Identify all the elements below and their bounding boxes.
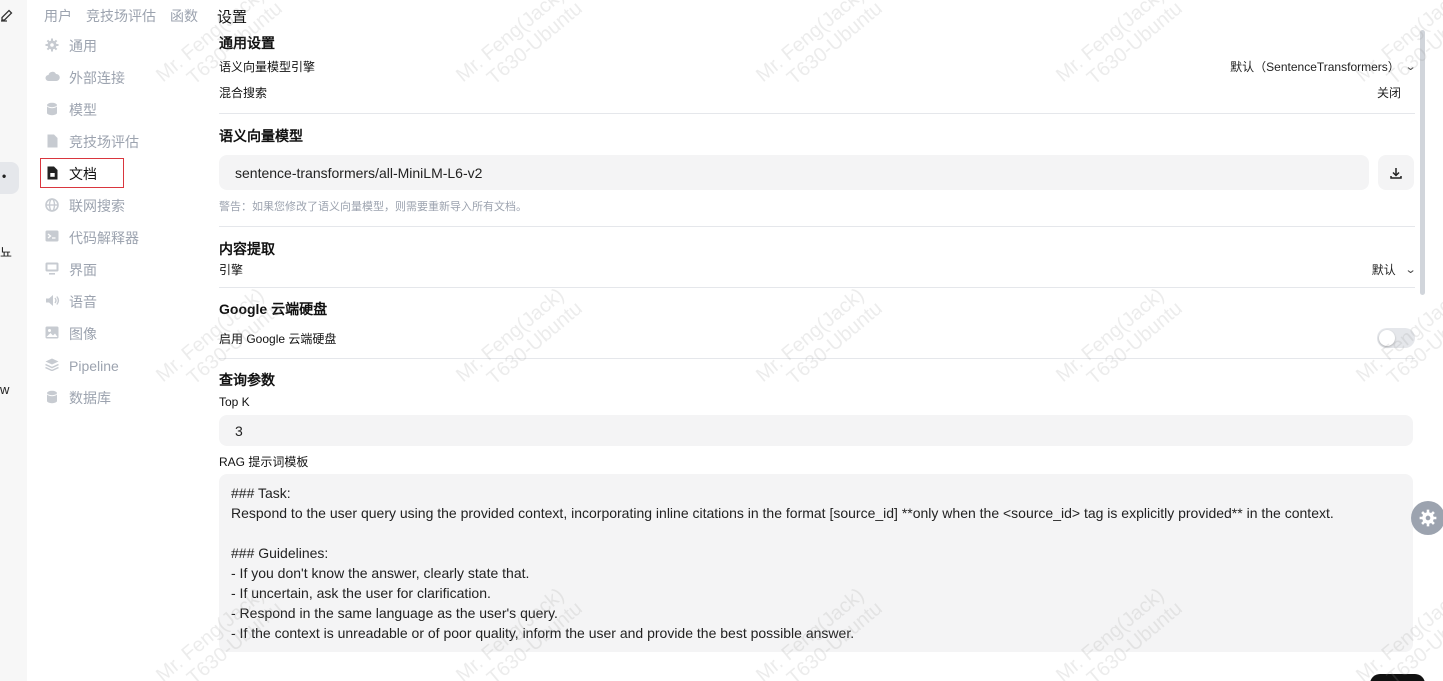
divider <box>219 226 1415 227</box>
nav-item-general[interactable]: 通用 <box>44 30 194 62</box>
page-title: 设置 <box>217 9 248 26</box>
extraction-engine-select[interactable]: 默认 ⌄ <box>1371 261 1417 278</box>
nav-label: 代码解释器 <box>69 230 139 246</box>
toggle-knob <box>1379 330 1395 346</box>
left-sidebar-strip: • 뇨 w <box>0 0 27 681</box>
tab-users[interactable]: 用户 <box>44 6 72 26</box>
extraction-engine-label: 引擎 <box>219 262 244 277</box>
embedding-engine-select[interactable]: 默认（SentenceTransformers） ⌄ <box>1230 58 1417 75</box>
tab-arena[interactable]: 竞技场评估 <box>86 6 156 26</box>
scrollbar[interactable] <box>1420 30 1425 295</box>
database-icon <box>44 102 60 118</box>
embedding-warning: 警告：如果您修改了语义向量模型，则需要重新导入所有文档。 <box>219 201 527 213</box>
monitor-icon <box>44 262 60 278</box>
nav-item-pipeline[interactable]: Pipeline <box>44 350 194 382</box>
nav-label: 竞技场评估 <box>69 134 139 150</box>
section-heading-query-params: 查询参数 <box>219 372 275 388</box>
extraction-engine-value: 默认 <box>1371 262 1396 277</box>
gear-icon <box>44 38 60 54</box>
document-lock-icon <box>44 166 60 182</box>
embedding-engine-value: 默认（SentenceTransformers） <box>1230 59 1400 74</box>
nav-label: Pipeline <box>69 358 119 374</box>
download-button[interactable] <box>1378 155 1414 190</box>
divider <box>219 113 1415 114</box>
google-drive-toggle[interactable] <box>1377 328 1415 348</box>
nav-item-audio[interactable]: 语音 <box>44 286 194 318</box>
embedding-model-input[interactable]: sentence-transformers/all-MiniLM-L6-v2 <box>219 155 1369 190</box>
chevron-down-icon: ⌄ <box>1404 60 1417 73</box>
hybrid-search-label: 混合搜索 <box>219 85 268 100</box>
database-icon <box>44 390 60 406</box>
hybrid-search-toggle[interactable]: 关闭 <box>1377 84 1401 101</box>
nav-label: 界面 <box>69 262 97 278</box>
dark-button-edge[interactable] <box>1370 674 1425 681</box>
nav-item-interface[interactable]: 界面 <box>44 254 194 286</box>
nav-item-database[interactable]: 数据库 <box>44 382 194 414</box>
section-heading-general: 通用设置 <box>219 35 275 51</box>
section-heading-google-drive: Google 云端硬盘 <box>219 301 328 317</box>
chevron-down-icon: ⌄ <box>1404 263 1417 276</box>
rag-template-textarea[interactable]: ### Task: Respond to the user query usin… <box>219 474 1413 652</box>
nav-item-models[interactable]: 模型 <box>44 94 194 126</box>
divider <box>219 358 1415 359</box>
topk-label: Top K <box>219 395 250 409</box>
layers-icon <box>44 358 60 374</box>
cloud-icon <box>44 70 60 86</box>
terminal-icon <box>44 230 60 246</box>
settings-fab-gear-icon[interactable] <box>1411 501 1443 535</box>
truncated-text: w <box>0 382 10 397</box>
nav-item-connections[interactable]: 外部连接 <box>44 62 194 94</box>
globe-icon <box>44 198 60 214</box>
divider <box>219 287 1415 288</box>
menu-dot-icon[interactable]: • <box>2 169 6 183</box>
topk-label-row: Top K <box>219 395 1415 409</box>
topk-input[interactable]: 3 <box>219 415 1413 446</box>
rag-label-row: RAG 提示词模板 <box>219 454 1415 469</box>
nav-item-arena[interactable]: 竞技场评估 <box>44 126 194 158</box>
google-drive-row: 启用 Google 云端硬盘 <box>219 328 1415 348</box>
extraction-engine-row: 引擎 默认 ⌄ <box>219 261 1417 278</box>
nav-item-web-search[interactable]: 联网搜索 <box>44 190 194 222</box>
embedding-engine-row: 语义向量模型引擎 默认（SentenceTransformers） ⌄ <box>219 58 1417 75</box>
download-icon <box>1390 167 1402 179</box>
section-heading-embedding-model: 语义向量模型 <box>219 128 303 144</box>
tab-functions[interactable]: 函数 <box>170 6 198 26</box>
nav-item-code-interpreter[interactable]: 代码解释器 <box>44 222 194 254</box>
nav-label: 图像 <box>69 326 97 342</box>
nav-label: 外部连接 <box>69 70 125 86</box>
hybrid-search-row: 混合搜索 关闭 <box>219 84 1415 100</box>
nav-item-images[interactable]: 图像 <box>44 318 194 350</box>
embedding-engine-label: 语义向量模型引擎 <box>219 59 316 74</box>
rag-template-label: RAG 提示词模板 <box>219 454 309 469</box>
embedding-model-field-row: sentence-transformers/all-MiniLM-L6-v2 <box>219 155 1415 190</box>
section-heading-content-extraction: 内容提取 <box>219 241 275 257</box>
document-icon <box>44 134 60 150</box>
nav-label: 联网搜索 <box>69 198 125 214</box>
edit-icon[interactable] <box>0 8 14 26</box>
image-icon <box>44 326 60 342</box>
google-drive-enable-label: 启用 Google 云端硬盘 <box>219 331 337 346</box>
nav-label: 语音 <box>69 294 97 310</box>
settings-nav: 通用 外部连接 模型 竞技场评估 文档 联网搜索 代码解释器 界面 语音 图像 … <box>40 30 194 414</box>
nav-label: 模型 <box>69 102 97 118</box>
nav-label: 数据库 <box>69 390 111 406</box>
top-tabs: 用户 竞技场评估 函数 <box>44 6 198 26</box>
nav-label: 通用 <box>69 38 97 54</box>
nav-item-documents[interactable]: 文档 <box>40 158 194 190</box>
settings-main: 通用设置 语义向量模型引擎 默认（SentenceTransformers） ⌄… <box>219 30 1417 652</box>
speaker-icon <box>44 294 60 310</box>
truncated-text: 뇨 <box>0 245 12 260</box>
